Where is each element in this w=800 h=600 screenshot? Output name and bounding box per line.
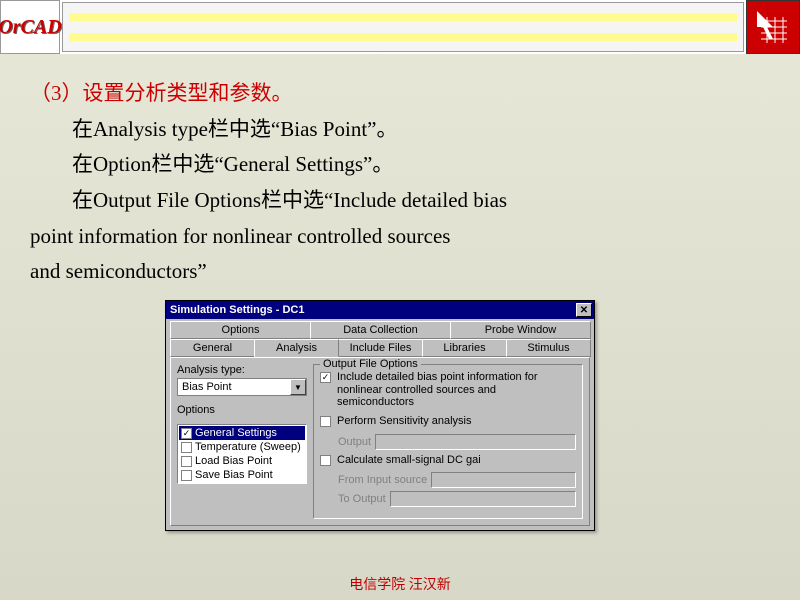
tab-analysis[interactable]: Analysis	[254, 339, 339, 357]
to-output-label: To Output	[338, 493, 386, 505]
tab-include-files[interactable]: Include Files	[338, 339, 423, 357]
tab-row-bottom: General Analysis Include Files Libraries…	[170, 339, 590, 357]
logo-text: OrCAD	[0, 16, 62, 39]
checkbox-icon: ✓	[181, 428, 192, 439]
analysis-type-dropdown[interactable]: Bias Point ▼	[177, 378, 307, 396]
checkbox-icon	[181, 442, 192, 453]
option-label: Save Bias Point	[195, 469, 273, 481]
checkbox-label: Include detailed bias point information …	[337, 371, 576, 409]
paragraph-3a: 在Output File Options栏中选“Include detailed…	[30, 183, 770, 219]
dialog-title: Simulation Settings - DC1	[170, 304, 576, 316]
paragraph-3c: and semiconductors”	[30, 254, 770, 290]
tab-probe-window[interactable]: Probe Window	[450, 321, 591, 339]
option-label: General Settings	[195, 427, 277, 439]
tab-stimulus[interactable]: Stimulus	[506, 339, 591, 357]
options-label: Options	[177, 404, 307, 416]
option-load-bias-point[interactable]: Load Bias Point	[179, 454, 305, 468]
tab-general[interactable]: General	[170, 339, 255, 357]
analysis-type-value: Bias Point	[178, 381, 290, 393]
checkbox-icon	[320, 455, 331, 466]
top-banner-graphic	[62, 2, 744, 52]
tab-options[interactable]: Options	[170, 321, 311, 339]
checkbox-icon: ✓	[320, 372, 331, 383]
close-icon: ✕	[580, 305, 588, 316]
paragraph-3b: point information for nonlinear controll…	[30, 219, 770, 255]
paragraph-1: 在Analysis type栏中选“Bias Point”。	[30, 112, 770, 148]
checkbox-sensitivity[interactable]: Perform Sensitivity analysis	[320, 415, 576, 428]
close-button[interactable]: ✕	[576, 303, 592, 317]
dialog-titlebar[interactable]: Simulation Settings - DC1 ✕	[166, 301, 594, 319]
output-file-options-group: Output File Options ✓ Include detailed b…	[313, 364, 583, 519]
checkbox-label: Perform Sensitivity analysis	[337, 415, 576, 428]
simulation-settings-dialog: Simulation Settings - DC1 ✕ Options Data…	[165, 300, 595, 531]
orcad-logo: OrCAD	[0, 0, 60, 54]
checkbox-small-signal[interactable]: Calculate small-signal DC gai	[320, 454, 576, 467]
tab-libraries[interactable]: Libraries	[422, 339, 507, 357]
chevron-down-icon[interactable]: ▼	[290, 379, 306, 395]
options-listbox[interactable]: ✓ General Settings Temperature (Sweep) L…	[177, 424, 307, 484]
output-field-label: Output	[338, 436, 371, 448]
option-label: Temperature (Sweep)	[195, 441, 301, 453]
checkbox-icon	[181, 470, 192, 481]
from-input-row: From Input source	[338, 472, 576, 488]
option-general-settings[interactable]: ✓ General Settings	[179, 426, 305, 440]
paragraph-2: 在Option栏中选“General Settings”。	[30, 147, 770, 183]
option-save-bias-point[interactable]: Save Bias Point	[179, 468, 305, 482]
option-temperature-sweep[interactable]: Temperature (Sweep)	[179, 440, 305, 454]
analysis-type-label: Analysis type:	[177, 364, 307, 376]
section-heading: （3）设置分析类型和参数。	[30, 76, 770, 112]
tab-panel-analysis: Analysis type: Bias Point ▼ Options ✓ Ge…	[170, 357, 590, 526]
tab-data-collection[interactable]: Data Collection	[310, 321, 451, 339]
output-input[interactable]	[375, 434, 576, 450]
checkbox-label: Calculate small-signal DC gai	[337, 454, 576, 467]
to-output-row: To Output	[338, 491, 576, 507]
checkbox-include-detailed[interactable]: ✓ Include detailed bias point informatio…	[320, 371, 576, 409]
tab-row-top: Options Data Collection Probe Window	[170, 321, 590, 339]
group-title: Output File Options	[320, 358, 421, 370]
from-input-label: From Input source	[338, 474, 427, 486]
slide-content: （3）设置分析类型和参数。 在Analysis type栏中选“Bias Poi…	[0, 54, 800, 290]
output-field-row: Output	[338, 434, 576, 450]
option-label: Load Bias Point	[195, 455, 272, 467]
slide-footer: 电信学院 汪汉新	[0, 574, 800, 594]
from-input-field[interactable]	[431, 472, 576, 488]
top-arrow-icon	[746, 0, 800, 54]
to-output-field[interactable]	[390, 491, 576, 507]
checkbox-icon	[320, 416, 331, 427]
checkbox-icon	[181, 456, 192, 467]
